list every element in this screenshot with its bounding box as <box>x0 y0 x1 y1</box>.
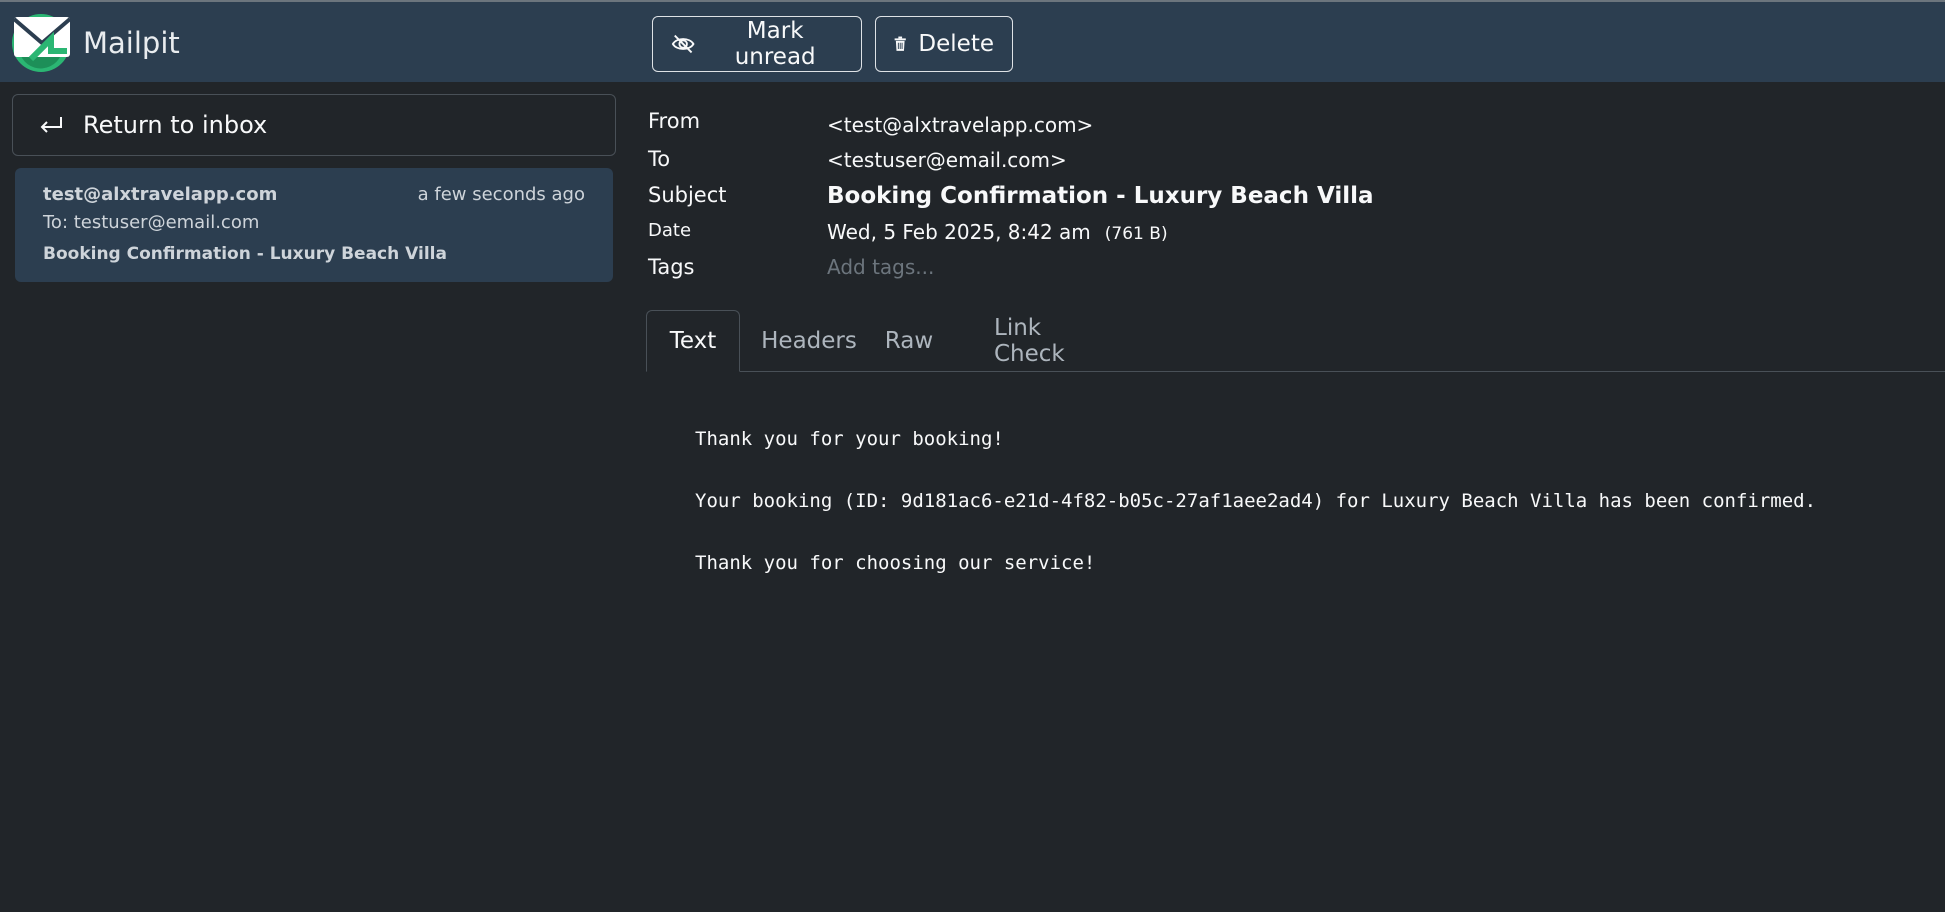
body-line-1: Thank you for your booking! <box>695 428 1004 450</box>
subject-label: Subject <box>648 183 727 207</box>
top-bar: Mailpit Mark unread Delete <box>0 0 1945 82</box>
return-to-inbox-label: Return to inbox <box>83 111 268 139</box>
tab-link-check[interactable]: Link Check <box>994 310 1118 372</box>
tags-label: Tags <box>648 255 695 279</box>
tab-headers[interactable]: Headers <box>754 310 864 372</box>
mark-unread-button[interactable]: Mark unread <box>652 16 862 72</box>
message-subject: Booking Confirmation - Luxury Beach Vill… <box>43 244 447 264</box>
delete-label: Delete <box>918 31 994 57</box>
mailpit-logo-icon <box>12 14 71 72</box>
to-label: To <box>648 147 671 171</box>
message-list-item[interactable]: test@alxtravelapp.com a few seconds ago … <box>15 168 613 282</box>
date-value: Wed, 5 Feb 2025, 8:42 am <box>827 220 1091 244</box>
app-logo[interactable]: Mailpit <box>11 13 180 73</box>
date-row: Wed, 5 Feb 2025, 8:42 am (761 B) <box>827 220 1168 244</box>
mark-unread-label: Mark unread <box>734 18 816 70</box>
delete-button[interactable]: Delete <box>875 16 1013 72</box>
message-time: a few seconds ago <box>417 184 585 205</box>
subject-value: Booking Confirmation - Luxury Beach Vill… <box>827 183 1374 209</box>
date-label: Date <box>648 220 692 241</box>
trash-icon <box>894 36 906 51</box>
from-value: <test@alxtravelapp.com> <box>827 113 1094 137</box>
to-value: <testuser@email.com> <box>827 148 1067 172</box>
return-to-inbox-button[interactable]: Return to inbox <box>12 94 616 156</box>
return-arrow-icon <box>40 117 62 133</box>
tags-input[interactable]: Add tags... <box>827 255 934 279</box>
app-name: Mailpit <box>83 26 180 60</box>
body-line-3: Thank you for choosing our service! <box>695 552 1096 574</box>
message-from: test@alxtravelapp.com <box>43 184 278 205</box>
message-to: To: testuser@email.com <box>43 212 260 233</box>
tab-text[interactable]: Text <box>646 310 740 372</box>
tab-raw[interactable]: Raw <box>874 310 944 372</box>
from-label: From <box>648 109 701 133</box>
body-line-2: Your booking (ID: 9d181ac6-e21d-4f82-b05… <box>695 490 1817 512</box>
message-tabs: Text Headers Raw Link Check <box>646 310 1945 372</box>
message-size: (761 B) <box>1104 224 1168 244</box>
eye-slash-icon <box>671 34 695 54</box>
